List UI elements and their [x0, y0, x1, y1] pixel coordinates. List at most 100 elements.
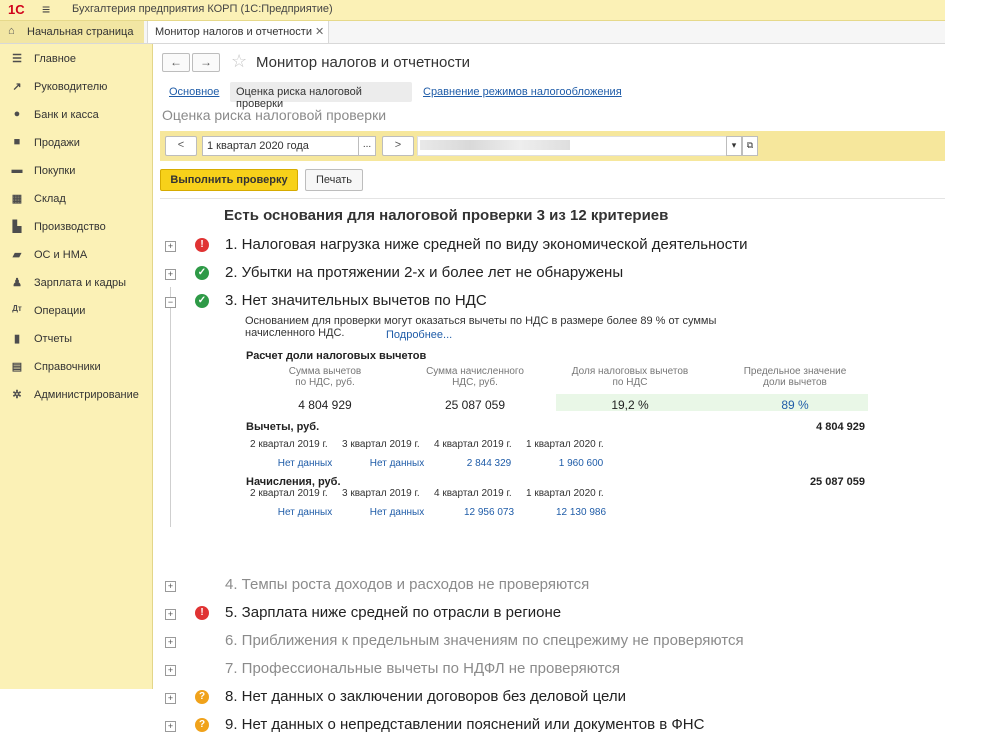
quarter-value[interactable]: Нет данных [260, 458, 350, 469]
period-field[interactable]: 1 квартал 2020 года [202, 136, 359, 156]
criterion-text: 7. Профессиональные вычеты по НДФЛ не пр… [225, 660, 621, 677]
section-title: Оценка риска налоговой проверки [162, 107, 387, 123]
sidebar-item-label: Покупки [34, 165, 76, 177]
run-check-button[interactable]: Выполнить проверку [160, 169, 298, 191]
status-ok-icon: ✓ [195, 266, 209, 280]
quarter-value[interactable]: Нет данных [260, 507, 350, 518]
criterion-text: 1. Налоговая нагрузка ниже средней по ви… [225, 236, 748, 253]
star-icon[interactable]: ☆ [231, 51, 247, 72]
sidebar-item-label: Зарплата и кадры [34, 277, 127, 289]
quarter-header: 2 квартал 2019 г. [250, 488, 328, 499]
content-area: ← → ☆ Монитор налогов и отчетности Основ… [152, 44, 945, 733]
sidebar-item-bank[interactable]: ● Банк и касса [0, 103, 152, 129]
chevron-down-icon[interactable]: ▾ [726, 136, 742, 156]
quarter-value[interactable]: Нет данных [352, 507, 442, 518]
sidebar-item-main[interactable]: ☰ Главное [0, 47, 152, 73]
sidebar-item-warehouse[interactable]: ▦ Склад [0, 187, 152, 213]
accruals-total: 25 087 059 [809, 476, 865, 488]
sidebar-item-label: Справочники [34, 361, 101, 373]
tab-compare[interactable]: Сравнение режимов налогообложения [423, 86, 622, 106]
sidebar-item-admin[interactable]: ✲ Администрирование [0, 383, 152, 409]
operations-icon: Дт [12, 304, 22, 313]
quarter-header: 4 квартал 2019 г. [434, 439, 512, 450]
sidebar-item-sales[interactable]: ■ Продажи [0, 131, 152, 157]
tab-home-label: Начальная страница [27, 26, 134, 38]
criterion-detail: Основанием для проверки могут оказаться … [190, 307, 920, 527]
gear-icon: ✲ [12, 389, 22, 401]
quarter-header: 4 квартал 2019 г. [434, 488, 512, 499]
accruals-label: Начисления, руб. [246, 476, 341, 488]
quarter-value[interactable]: 2 844 329 [444, 458, 534, 469]
header-share: Доля налоговых вычетов по НДС [571, 366, 689, 388]
open-icon[interactable]: ⧉ [742, 136, 758, 156]
page-title: Монитор налогов и отчетности [256, 54, 471, 71]
more-link[interactable]: Подробнее... [386, 329, 452, 341]
close-icon[interactable]: ✕ [315, 25, 324, 38]
expand-toggle[interactable]: + [165, 609, 176, 620]
sidebar-item-manager[interactable]: ↗ Руководителю [0, 75, 152, 101]
status-ok-icon: ✓ [195, 294, 209, 308]
quarter-header: 3 квартал 2019 г. [342, 488, 420, 499]
sidebar-item-label: Отчеты [34, 333, 73, 345]
expand-toggle[interactable]: + [165, 637, 176, 648]
tab-home[interactable]: ⌂ Начальная страница [0, 21, 144, 43]
tab-tax-monitor[interactable]: Монитор налогов и отчетности ✕ [147, 21, 329, 43]
expand-toggle[interactable]: + [165, 581, 176, 592]
tab-main[interactable]: Основное [169, 86, 219, 106]
criterion-row: + ! 5. Зарплата ниже средней по отрасли … [160, 603, 945, 629]
back-button[interactable]: ← [162, 53, 190, 72]
status-error-icon: ! [195, 606, 209, 620]
tab-risk[interactable]: Оценка риска налоговой проверки [230, 82, 412, 110]
criterion-text: 2. Убытки на протяжении 2-х и более лет … [225, 264, 624, 281]
sidebar: ☰ Главное ↗ Руководителю ● Банк и касса … [0, 44, 153, 689]
sidebar-item-production[interactable]: ▙ Производство [0, 215, 152, 241]
sidebar-item-operations[interactable]: Дт Операции [0, 299, 152, 325]
main-menu-icon[interactable]: ≡ [42, 1, 50, 17]
sidebar-item-salary[interactable]: ♟ Зарплата и кадры [0, 271, 152, 297]
limit-value: 89 % [781, 398, 809, 412]
trend-icon: ↗ [12, 81, 22, 93]
sidebar-item-reports[interactable]: ▮ Отчеты [0, 327, 152, 353]
expand-toggle[interactable]: + [165, 241, 176, 252]
tree-line [170, 287, 171, 527]
quarter-value[interactable]: 12 956 073 [444, 507, 534, 518]
warehouse-icon: ▦ [11, 193, 23, 205]
accrued-value: 25 087 059 [444, 398, 506, 412]
sidebar-item-references[interactable]: ▤ Справочники [0, 355, 152, 381]
sidebar-item-label: Продажи [34, 137, 80, 149]
cart-icon: ▬ [11, 164, 23, 176]
status-warning-icon: ? [195, 718, 209, 732]
title-bar: 1С ≡ Бухгалтерия предприятия КОРП (1С:Пр… [0, 0, 945, 21]
tab-bar: ⌂ Начальная страница Монитор налогов и о… [0, 21, 945, 44]
status-warning-icon: ? [195, 690, 209, 704]
period-value: 1 квартал 2020 года [207, 140, 309, 152]
next-period-button[interactable]: > [382, 136, 414, 156]
period-select-button[interactable]: ... [358, 136, 376, 156]
header-limit: Предельное значение доли вычетов [743, 366, 847, 388]
sidebar-item-assets[interactable]: ▰ ОС и НМА [0, 243, 152, 269]
prev-period-button[interactable]: < [165, 136, 197, 156]
collapse-toggle[interactable]: − [165, 297, 176, 308]
expand-toggle[interactable]: + [165, 721, 176, 732]
report-area: Есть основания для налоговой проверки 3 … [160, 198, 945, 733]
sidebar-item-purchases[interactable]: ▬ Покупки [0, 159, 152, 185]
report-header: Есть основания для налоговой проверки 3 … [224, 207, 669, 224]
criterion-row: + ? 9. Нет данных о непредставлении пояс… [160, 715, 945, 741]
forward-button[interactable]: → [192, 53, 220, 72]
print-button[interactable]: Печать [305, 169, 363, 191]
quarter-value[interactable]: Нет данных [352, 458, 442, 469]
quarter-value[interactable]: 12 130 986 [536, 507, 626, 518]
calc-title: Расчет доли налоговых вычетов [246, 350, 427, 362]
truck-icon: ▰ [12, 249, 22, 261]
deductions-value: 4 804 929 [298, 398, 352, 412]
sidebar-item-label: Руководителю [34, 81, 108, 93]
expand-toggle[interactable]: + [165, 693, 176, 704]
expand-toggle[interactable]: + [165, 269, 176, 280]
basis-text: Основанием для проверки могут оказаться … [245, 315, 717, 339]
sidebar-item-label: Производство [34, 221, 106, 233]
quarter-value[interactable]: 1 960 600 [536, 458, 626, 469]
expand-toggle[interactable]: + [165, 665, 176, 676]
factory-icon: ▙ [12, 221, 22, 233]
quarter-header: 2 квартал 2019 г. [250, 439, 328, 450]
criterion-text: 9. Нет данных о непредставлении пояснени… [225, 716, 705, 733]
